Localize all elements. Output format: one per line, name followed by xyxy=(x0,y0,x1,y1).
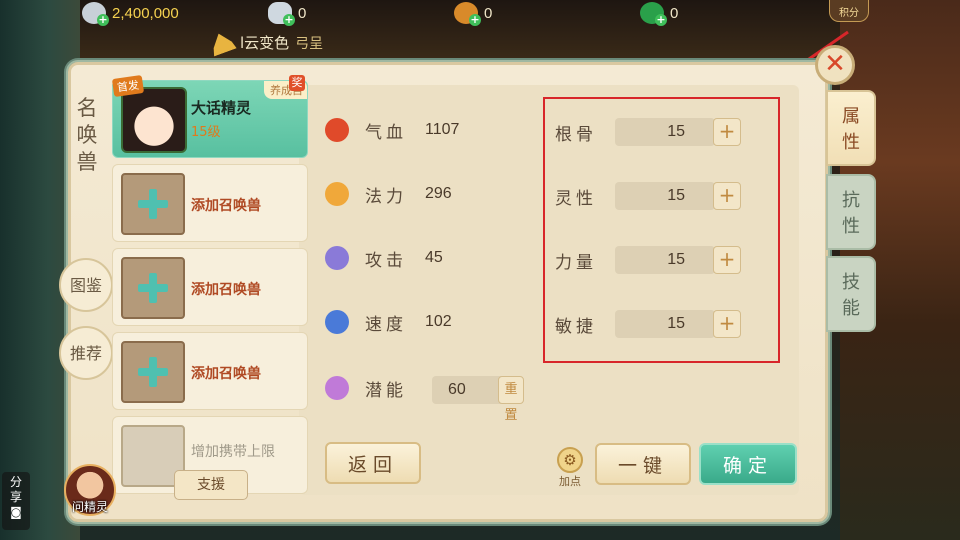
add-points-button[interactable]: ⚙ 加点 xyxy=(553,447,587,488)
stat-label: 潜能 xyxy=(365,380,407,401)
jade-icon: + xyxy=(640,2,667,26)
recommend-button[interactable]: 推荐 xyxy=(59,326,113,380)
stat-mp: 法力 296 xyxy=(325,182,452,207)
plus-icon xyxy=(138,189,168,219)
close-button[interactable]: ✕ xyxy=(815,45,855,85)
tab-skills[interactable]: 技能 xyxy=(826,256,876,332)
blood-drop-icon xyxy=(325,118,349,142)
attr-value: 15 xyxy=(615,182,715,210)
tab-label: 抗性 xyxy=(842,190,860,237)
stat-value: 102 xyxy=(425,313,452,330)
silver-coin-icon: + xyxy=(82,2,109,26)
reward-badge: 奖 xyxy=(289,75,305,91)
add-slot-thumb xyxy=(121,173,185,235)
attr-strength: 力量 15 + xyxy=(555,246,741,274)
copper-coin-icon: + xyxy=(454,2,481,26)
currency-silver[interactable]: + 2,400,000 xyxy=(82,2,179,26)
assist-button[interactable]: 支援 xyxy=(174,470,248,500)
stat-potential: 潜能 xyxy=(325,376,425,401)
add-pet-label: 添加召唤兽 xyxy=(191,282,261,298)
ask-sprite-label: 问精灵 xyxy=(71,500,108,514)
one-key-button[interactable]: 一键 xyxy=(595,443,691,485)
stat-hp: 气血 1107 xyxy=(325,118,460,143)
stat-value: 296 xyxy=(425,185,452,202)
add-points-label: 加点 xyxy=(559,475,581,488)
attr-spirit: 灵性 15 + xyxy=(555,182,741,210)
ingot-amount: 0 xyxy=(298,4,307,22)
score-badge[interactable]: 积分 xyxy=(829,0,869,22)
stat-label: 速度 xyxy=(365,314,407,335)
gallery-button[interactable]: 图鉴 xyxy=(59,258,113,312)
attr-label: 力量 xyxy=(555,252,597,273)
pet-name: 大话精灵 xyxy=(191,99,252,117)
attr-value: 15 xyxy=(615,118,715,146)
currency-copper[interactable]: + 0 xyxy=(454,2,493,26)
attr-agility: 敏捷 15 + xyxy=(555,310,741,338)
pet-slot-empty[interactable]: 添加召唤兽 xyxy=(112,164,308,242)
stat-attack: 攻击 45 xyxy=(325,246,443,271)
horn-icon xyxy=(207,29,236,56)
currency-ingot[interactable]: + 0 xyxy=(268,2,307,26)
boot-icon xyxy=(325,310,349,334)
currency-jade[interactable]: + 0 xyxy=(640,2,679,26)
plus-button[interactable]: + xyxy=(713,182,741,210)
attr-value: 15 xyxy=(615,246,715,274)
attr-label: 灵性 xyxy=(555,188,597,209)
stat-label: 法力 xyxy=(365,186,407,207)
add-slot-thumb xyxy=(121,257,185,319)
copper-amount: 0 xyxy=(484,4,493,22)
attr-label: 根骨 xyxy=(555,124,597,145)
stat-speed: 速度 102 xyxy=(325,310,452,335)
reset-potential-button[interactable]: 重置 xyxy=(498,376,524,423)
attr-label: 敏捷 xyxy=(555,316,597,337)
plus-icon xyxy=(138,273,168,303)
tab-resistance[interactable]: 抗性 xyxy=(826,174,876,250)
expand-capacity-label: 增加携带上限 xyxy=(191,444,275,460)
mana-swirl-icon xyxy=(325,182,349,206)
back-button[interactable]: 返回 xyxy=(325,442,421,484)
add-pet-label: 添加召唤兽 xyxy=(191,198,261,214)
panel-title: 名唤兽 xyxy=(76,96,98,174)
pet-avatar xyxy=(121,87,187,153)
plus-button[interactable]: + xyxy=(713,118,741,146)
stat-value: 45 xyxy=(425,249,443,266)
confirm-button[interactable]: 确定 xyxy=(699,443,797,485)
add-pet-label: 添加召唤兽 xyxy=(191,366,261,382)
pet-slot-empty[interactable]: 添加召唤兽 xyxy=(112,248,308,326)
plus-icon xyxy=(138,357,168,387)
stat-label: 气血 xyxy=(365,122,407,143)
chat-emoji: 弓呈 xyxy=(295,35,324,52)
camera-icon: ◙ xyxy=(10,505,22,519)
ingot-icon: + xyxy=(268,2,295,26)
potential-value: 60 xyxy=(432,376,504,404)
stat-label: 攻击 xyxy=(365,250,407,271)
add-slot-thumb xyxy=(121,341,185,403)
plus-button[interactable]: + xyxy=(713,246,741,274)
gear-icon: ⚙ xyxy=(557,447,583,473)
share-label: 分享 xyxy=(9,475,22,504)
pet-slot-empty[interactable]: 添加召唤兽 xyxy=(112,332,308,410)
pet-slot-selected[interactable]: 首发 大话精灵 15级 养成目 奖 xyxy=(111,74,308,158)
tab-label: 属性 xyxy=(842,106,860,153)
potential-flame-icon xyxy=(325,376,349,400)
stat-value: 1107 xyxy=(425,121,460,138)
pet-level: 15级 xyxy=(191,125,221,140)
attr-value: 15 xyxy=(615,310,715,338)
silver-amount: 2,400,000 xyxy=(112,4,179,22)
sword-icon xyxy=(325,246,349,270)
chat-bar[interactable]: l云变色 弓呈 xyxy=(210,32,323,53)
share-button[interactable]: 分享 ◙ xyxy=(2,472,30,530)
attr-constitution: 根骨 15 + xyxy=(555,118,741,146)
chat-text: l云变色 xyxy=(240,34,290,52)
tab-label: 技能 xyxy=(842,272,860,319)
jade-amount: 0 xyxy=(670,4,679,22)
tab-attributes[interactable]: 属性 xyxy=(826,90,876,166)
plus-button[interactable]: + xyxy=(713,310,741,338)
